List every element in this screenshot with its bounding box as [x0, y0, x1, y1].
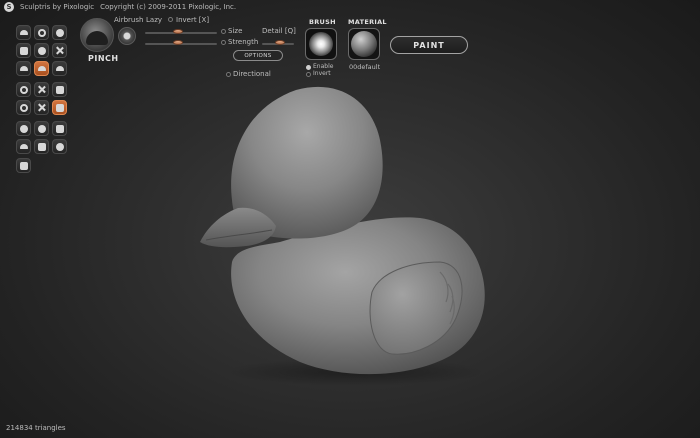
material-heading: MATERIAL	[348, 18, 387, 26]
current-brush-name: PINCH	[88, 54, 119, 63]
symmetry-icon[interactable]	[52, 100, 67, 115]
strength-radio[interactable]	[221, 40, 226, 45]
sculptris-window: S Sculptris by Pixologic Copyright (c) 2…	[0, 0, 700, 438]
flatten-icon[interactable]	[16, 43, 31, 58]
undo-icon[interactable]	[16, 100, 31, 115]
move-icon[interactable]	[52, 43, 67, 58]
pinch-icon[interactable]	[34, 61, 49, 76]
lazy-label[interactable]: Lazy	[146, 16, 162, 24]
strength-slider-knob[interactable]	[172, 40, 183, 45]
app-title: Sculptris by Pixologic	[20, 3, 95, 11]
reduce-brush-icon[interactable]	[34, 82, 49, 97]
screenshot-icon[interactable]	[16, 158, 31, 173]
inflate-icon[interactable]	[52, 25, 67, 40]
airbrush-label[interactable]: Airbrush	[114, 16, 143, 24]
brush-heading: BRUSH	[309, 18, 336, 26]
brush-enable-label[interactable]: Enable	[313, 63, 333, 70]
redo-icon[interactable]	[34, 100, 49, 115]
paint-button[interactable]: PAINT	[390, 36, 468, 54]
tool-group-edit	[16, 82, 67, 115]
draw-icon[interactable]	[16, 25, 31, 40]
title-bar: S Sculptris by Pixologic Copyright (c) 2…	[0, 0, 700, 14]
mask-icon[interactable]	[16, 82, 31, 97]
crease-icon[interactable]	[16, 61, 31, 76]
import-icon[interactable]	[16, 139, 31, 154]
size-label: Size	[228, 27, 243, 35]
wireframe-icon[interactable]	[52, 121, 67, 136]
directional-radio[interactable]	[226, 72, 231, 77]
current-brush-icon[interactable]	[80, 18, 114, 52]
size-slider-knob[interactable]	[172, 29, 183, 34]
settings-icon[interactable]	[52, 139, 67, 154]
brush-alpha-swatch[interactable]	[305, 28, 337, 60]
plane-icon[interactable]	[34, 121, 49, 136]
tool-group-scene	[16, 121, 67, 154]
invert-radio[interactable]	[168, 17, 173, 22]
reduce-selection-icon[interactable]	[52, 82, 67, 97]
tool-group-misc	[16, 158, 67, 173]
directional-label[interactable]: Directional	[233, 70, 271, 78]
detail-label: Detail [Q]	[262, 27, 296, 35]
strength-label: Strength	[228, 38, 259, 46]
tool-group-sculpt	[16, 25, 67, 76]
rotate-icon[interactable]	[34, 25, 49, 40]
brush-invert-label[interactable]: Invert	[313, 70, 331, 77]
options-button[interactable]: OPTIONS	[233, 50, 283, 61]
invert-label[interactable]: Invert [X]	[176, 16, 209, 24]
sculptris-logo-icon: S	[4, 2, 14, 12]
brush-enable-radio[interactable]	[306, 65, 311, 70]
sphere-icon[interactable]	[16, 121, 31, 136]
brush-falloff-icon[interactable]	[118, 27, 136, 45]
size-radio[interactable]	[221, 29, 226, 34]
grab-icon[interactable]	[52, 61, 67, 76]
triangle-count: 214834 triangles	[6, 424, 66, 432]
brush-invert-radio[interactable]	[306, 72, 311, 77]
copyright-text: Copyright (c) 2009-2011 Pixologic, Inc.	[100, 3, 237, 11]
material-swatch[interactable]	[348, 28, 380, 60]
material-name: 00default	[349, 63, 381, 71]
smooth-icon[interactable]	[34, 43, 49, 58]
export-icon[interactable]	[34, 139, 49, 154]
material-sphere-icon	[351, 31, 377, 57]
